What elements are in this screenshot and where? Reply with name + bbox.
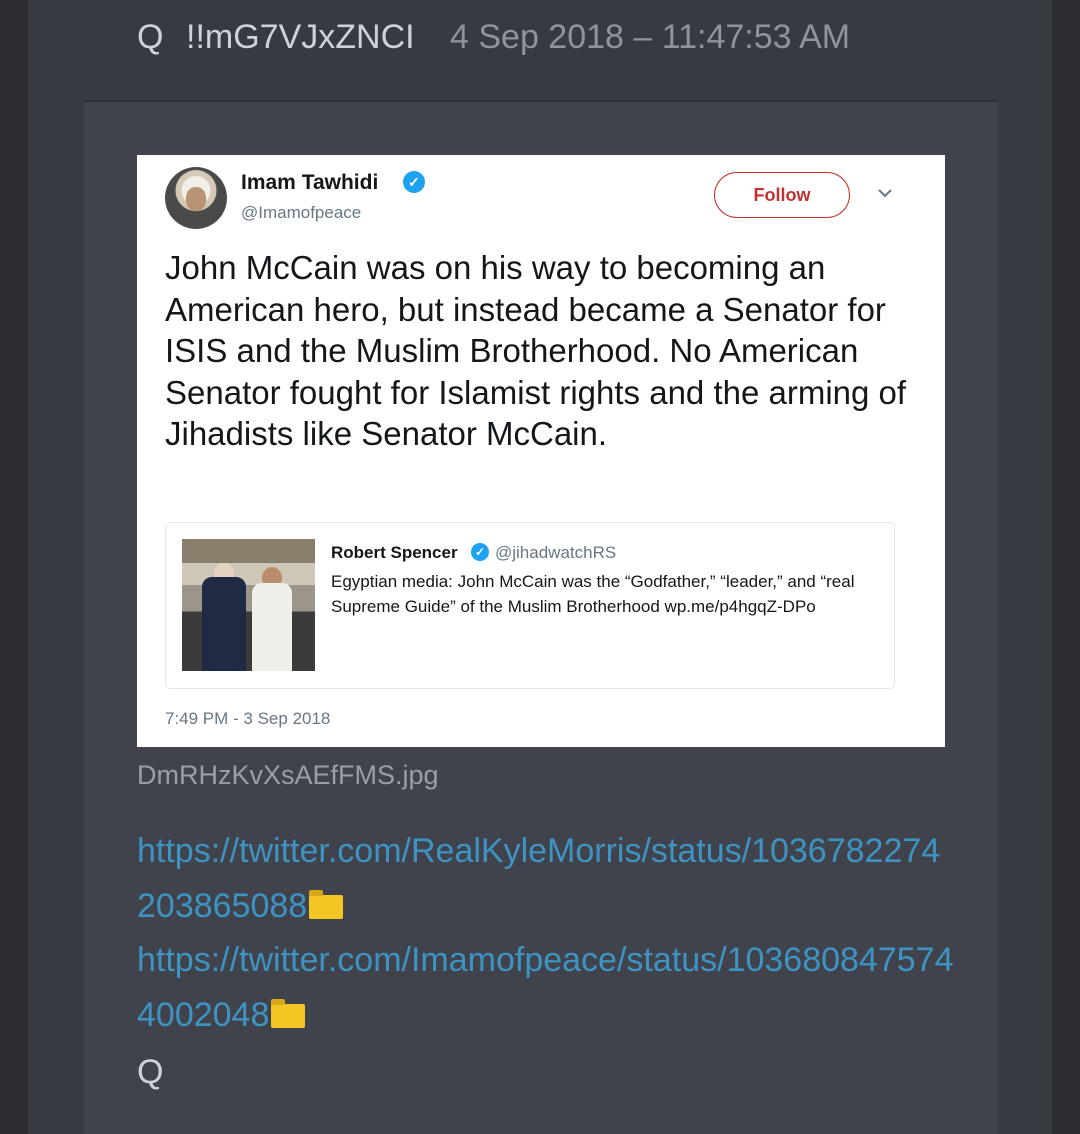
folder-icon[interactable] xyxy=(309,889,344,919)
post-date: 4 Sep 2018 – 11:47:53 AM xyxy=(450,18,851,56)
tweet-timestamp: 7:49 PM - 3 Sep 2018 xyxy=(165,709,331,728)
follow-button[interactable]: Follow xyxy=(714,172,850,218)
verified-check-icon: ✓ xyxy=(471,543,489,561)
post-signature: Q xyxy=(137,1053,164,1091)
photo-person-body xyxy=(252,583,292,671)
avatar xyxy=(165,167,227,229)
quoted-tweet[interactable]: Robert Spencer ✓ @jihadwatchRS Egyptian … xyxy=(165,522,895,689)
twitter-link[interactable]: https://twitter.com/RealKyleMorris/statu… xyxy=(137,832,940,925)
folder-icon[interactable] xyxy=(271,998,306,1028)
quoted-tweet-image xyxy=(182,539,315,671)
verified-check-icon: ✓ xyxy=(403,171,425,193)
link-line: https://twitter.com/Imamofpeace/status/1… xyxy=(137,933,957,1042)
photo-person-body xyxy=(202,577,246,671)
tripcode: !!mG7VJxZNCI xyxy=(186,18,415,56)
chevron-down-icon[interactable] xyxy=(875,183,895,203)
tweet-author-handle: @Imamofpeace xyxy=(241,203,362,222)
quoted-author-name: Robert Spencer xyxy=(331,543,458,562)
quoted-tweet-text: Egyptian media: John McCain was the “God… xyxy=(331,572,855,616)
post-links: https://twitter.com/RealKyleMorris/statu… xyxy=(137,824,957,1042)
quoted-author-handle: @jihadwatchRS xyxy=(495,543,617,562)
poster-name: Q xyxy=(137,18,164,56)
link-line: https://twitter.com/RealKyleMorris/statu… xyxy=(137,824,957,933)
attachment-filename[interactable]: DmRHzKvXsAEfFMS.jpg xyxy=(137,760,439,791)
tweet-screenshot[interactable]: Imam Tawhidi ✓ @Imamofpeace Follow John … xyxy=(137,155,945,747)
tweet-author-name: Imam Tawhidi xyxy=(241,171,379,194)
tweet-text: John McCain was on his way to becoming a… xyxy=(165,249,907,452)
twitter-link[interactable]: https://twitter.com/Imamofpeace/status/1… xyxy=(137,941,953,1034)
